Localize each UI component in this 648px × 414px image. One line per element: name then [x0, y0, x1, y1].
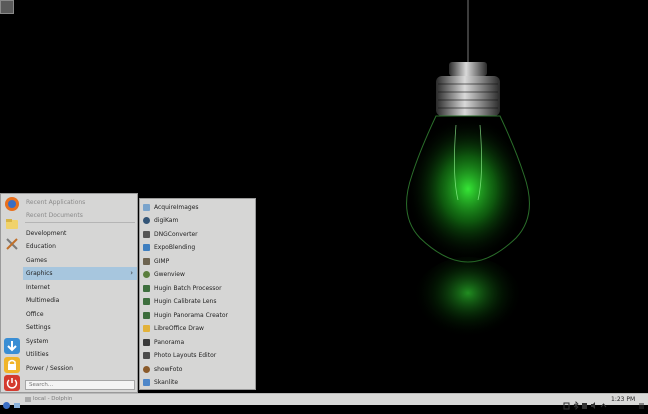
category-label: Office [26, 311, 44, 318]
application-launcher-menu: Recent Applications Recent Documents Dev… [0, 193, 138, 393]
app-label: Hugin Calibrate Lens [154, 298, 217, 305]
app-label: Hugin Panorama Creator [154, 312, 228, 319]
app-label: showFoto [154, 366, 183, 373]
app-item-gimp[interactable]: GIMP [140, 255, 255, 268]
download-icon[interactable] [4, 338, 20, 354]
category-label: Graphics [26, 270, 53, 277]
app-item-dngconverter[interactable]: DNGConverter [140, 228, 255, 241]
category-label: System [26, 338, 49, 345]
tools-icon[interactable] [4, 236, 20, 252]
taskbar: local - Dolphin 1:23 PM [0, 393, 648, 410]
category-development[interactable]: Development [23, 227, 137, 240]
app-label: Panorama [154, 339, 185, 346]
pager-icon[interactable] [13, 395, 21, 408]
lock-icon[interactable] [4, 357, 20, 373]
gwenview-icon [143, 271, 150, 278]
showfoto-icon [143, 366, 150, 373]
skanlite-icon [143, 379, 150, 386]
category-label: Education [26, 243, 56, 250]
category-utilities[interactable]: Utilities [23, 348, 137, 361]
recent-applications[interactable]: Recent Applications [23, 196, 137, 209]
app-label: Photo Layouts Editor [154, 352, 217, 359]
category-multimedia[interactable]: Multimedia [23, 294, 137, 307]
task-dolphin[interactable]: local - Dolphin [22, 395, 152, 404]
battery-icon[interactable] [581, 395, 588, 409]
app-item-hugin-calibrate-lens[interactable]: Hugin Calibrate Lens [140, 295, 255, 308]
app-label: DNGConverter [154, 231, 198, 238]
category-label: Power / Session [26, 365, 73, 372]
hugin-panorama-icon [143, 312, 150, 319]
app-item-hugin-batch-processor[interactable]: Hugin Batch Processor [140, 282, 255, 295]
graphics-submenu: AcquireImages digiKam DNGConverter ExpoB… [139, 198, 256, 390]
expand-tray-icon[interactable] [600, 395, 607, 408]
category-power-session[interactable]: Power / Session [23, 362, 137, 375]
category-internet[interactable]: Internet [23, 281, 137, 294]
app-label: Skanlite [154, 379, 179, 386]
bluetooth-icon[interactable] [573, 395, 579, 410]
gimp-icon [143, 258, 150, 265]
dng-icon [143, 231, 150, 238]
app-label: ExpoBlending [154, 244, 196, 251]
digikam-icon [143, 217, 150, 224]
menu-separator [25, 222, 135, 223]
panorama-icon [143, 339, 150, 346]
clipboard-icon[interactable] [563, 395, 570, 410]
hugin-lens-icon [143, 298, 150, 305]
desktop-toolbox-button[interactable] [0, 0, 14, 14]
libreoffice-draw-icon [143, 325, 150, 332]
recent-documents-label: Recent Documents [26, 212, 83, 219]
app-label: Hugin Batch Processor [154, 285, 222, 292]
app-item-panorama[interactable]: Panorama [140, 336, 255, 349]
app-item-acquireimages[interactable]: AcquireImages [140, 201, 255, 214]
category-education[interactable]: Education [23, 240, 137, 253]
firefox-icon[interactable] [4, 196, 20, 212]
scanner-icon [143, 204, 150, 211]
app-item-photo-layouts-editor[interactable]: Photo Layouts Editor [140, 349, 255, 362]
category-graphics[interactable]: Graphics › [23, 267, 137, 280]
app-label: Gwenview [154, 271, 185, 278]
volume-icon[interactable] [590, 395, 597, 409]
favorites-column [1, 194, 23, 392]
panel-options-icon[interactable] [638, 395, 645, 409]
category-label: Utilities [26, 351, 49, 358]
category-settings[interactable]: Settings [23, 321, 137, 334]
app-item-gwenview[interactable]: Gwenview [140, 268, 255, 281]
app-label: digiKam [154, 217, 179, 224]
files-icon[interactable] [4, 216, 20, 232]
launcher-button[interactable] [2, 395, 11, 409]
power-icon[interactable] [4, 375, 20, 391]
hugin-batch-icon [143, 285, 150, 292]
category-label: Internet [26, 284, 50, 291]
chevron-right-icon: › [130, 269, 133, 277]
app-item-showfoto[interactable]: showFoto [140, 363, 255, 376]
clock[interactable]: 1:23 PM [611, 395, 635, 404]
app-item-skanlite[interactable]: Skanlite [140, 376, 255, 389]
app-item-expoblending[interactable]: ExpoBlending [140, 241, 255, 254]
category-label: Settings [26, 324, 51, 331]
category-office[interactable]: Office [23, 308, 137, 321]
category-system[interactable]: System [23, 335, 137, 348]
app-label: GIMP [154, 258, 170, 265]
search-input[interactable] [25, 380, 135, 390]
expoblending-icon [143, 244, 150, 251]
category-label: Development [26, 230, 67, 237]
app-item-hugin-panorama-creator[interactable]: Hugin Panorama Creator [140, 309, 255, 322]
recent-documents[interactable]: Recent Documents [23, 209, 137, 222]
app-item-libreoffice-draw[interactable]: LibreOffice Draw [140, 322, 255, 335]
recent-applications-label: Recent Applications [26, 199, 86, 206]
task-label: local - Dolphin [33, 396, 73, 402]
app-item-digikam[interactable]: digiKam [140, 214, 255, 227]
category-label: Multimedia [26, 297, 60, 304]
category-label: Games [26, 257, 47, 264]
photo-layouts-icon [143, 352, 150, 359]
app-label: AcquireImages [154, 204, 199, 211]
app-label: LibreOffice Draw [154, 325, 204, 332]
category-games[interactable]: Games [23, 254, 137, 267]
